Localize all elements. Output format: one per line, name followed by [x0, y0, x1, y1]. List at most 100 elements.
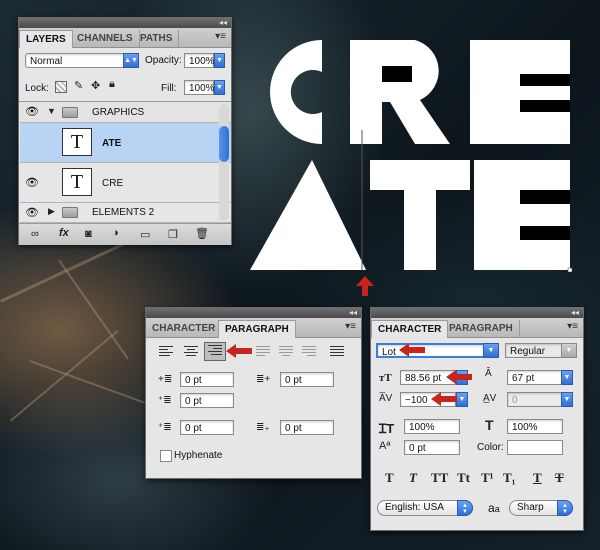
visibility-eye-icon[interactable]: 👁︎	[23, 176, 41, 189]
layers-scrollbar[interactable]	[219, 104, 229, 221]
faux-bold-button[interactable]: T	[385, 470, 394, 486]
opacity-label: Opacity:	[145, 55, 182, 66]
indent-first-line-icon: ⁺≣	[158, 395, 172, 406]
indent-first-line-input[interactable]: 0 pt	[180, 393, 234, 408]
all-caps-button[interactable]: TT	[431, 470, 448, 486]
font-family-input[interactable]: Lot	[376, 343, 486, 358]
new-layer-icon[interactable]: ❐	[168, 228, 178, 241]
indent-left-input[interactable]: 0 pt	[180, 372, 234, 387]
paragraph-panel-tabs: CHARACTER PARAGRAPH ▾≡	[146, 318, 361, 338]
hyphenate-checkbox[interactable]	[160, 450, 172, 462]
superscript-button[interactable]: T¹	[481, 470, 494, 486]
font-style-value: Regular	[510, 346, 546, 357]
folder-icon	[62, 107, 78, 118]
layer-row[interactable]: 👁︎ ▶ ELEMENTS 2	[20, 203, 231, 223]
chevron-down-icon[interactable]: ▲▼	[123, 53, 139, 68]
leading-value: 67 pt	[512, 373, 535, 384]
baseline-shift-value: 0 pt	[409, 443, 426, 454]
tab-paragraph[interactable]: PARAGRAPH	[443, 320, 520, 337]
collapse-triangle-icon[interactable]: ▶	[48, 206, 55, 217]
up-arrow-icon	[356, 276, 374, 299]
visibility-eye-icon[interactable]: 👁︎	[23, 206, 41, 219]
tab-layers[interactable]: LAYERS	[19, 30, 73, 48]
indent-right-input[interactable]: 0 pt	[280, 372, 334, 387]
leading-input[interactable]: 67 pt	[507, 370, 563, 385]
opacity-input[interactable]: 100%	[184, 53, 215, 68]
panel-menu-icon[interactable]: ▾≡	[345, 321, 356, 332]
fx-icon[interactable]: fx	[59, 227, 69, 239]
kerning-input[interactable]: 0	[507, 392, 563, 407]
layers-list: 👁︎ ▼ GRAPHICS T ATE 👁︎ T CRE 👁︎ ▶ ELEMEN…	[19, 101, 231, 223]
lock-position-icon[interactable]: ✥	[91, 79, 100, 92]
lock-transparent-icon[interactable]	[55, 81, 67, 93]
left-arrow-icon	[226, 344, 252, 361]
create-artwork	[250, 40, 573, 273]
left-arrow-icon	[446, 370, 472, 387]
new-group-icon[interactable]: ▭	[140, 228, 150, 241]
mask-icon[interactable]: ◙	[85, 228, 92, 240]
paragraph-panel-titlebar[interactable]: ◂◂	[146, 308, 361, 318]
opacity-dropdown-icon[interactable]: ▼	[214, 53, 225, 68]
text-layer-thumbnail-icon: T	[62, 128, 92, 156]
tab-character[interactable]: CHARACTER	[146, 320, 223, 337]
indent-first-value: 0 pt	[185, 396, 202, 407]
language-select[interactable]: English: USA ▲ ▼	[377, 500, 473, 516]
justify-last-center-button[interactable]	[276, 344, 296, 360]
blend-mode-select[interactable]: Normal	[25, 53, 139, 68]
color-swatch[interactable]	[507, 440, 563, 455]
adjustment-icon[interactable]: ◑	[112, 227, 119, 239]
visibility-eye-icon[interactable]: 👁︎	[23, 105, 41, 118]
justify-all-button[interactable]	[327, 344, 347, 360]
tab-channels[interactable]: CHANNELS	[71, 30, 140, 47]
lock-image-icon[interactable]: ✎	[74, 79, 83, 92]
scrollbar-thumb[interactable]	[219, 126, 229, 162]
lock-all-icon[interactable]: 🔒︎	[109, 78, 115, 91]
layer-row-selected[interactable]: T ATE	[20, 123, 231, 163]
font-size-value: 88.56 pt	[405, 373, 442, 384]
trash-icon[interactable]: 🗑︎	[195, 227, 209, 240]
space-before-value: 0 pt	[185, 423, 202, 434]
indent-right-icon: ≣+	[256, 374, 271, 385]
font-family-dropdown-icon[interactable]: ▼	[483, 343, 499, 358]
vertical-scale-icon: ꞮT	[379, 421, 395, 436]
space-before-input[interactable]: 0 pt	[180, 420, 234, 435]
layer-row[interactable]: 👁︎ T CRE	[20, 163, 231, 203]
space-before-icon: ⁺≣	[158, 422, 172, 433]
horizontal-scale-input[interactable]: 100%	[507, 419, 563, 434]
lock-label: Lock:	[25, 83, 49, 94]
panel-menu-icon[interactable]: ▾≡	[215, 31, 226, 42]
space-after-value: 0 pt	[285, 423, 302, 434]
leading-dropdown-icon[interactable]: ▼	[561, 370, 573, 385]
vertical-scale-input[interactable]: 100%	[404, 419, 460, 434]
font-style-dropdown-icon[interactable]: ▼	[561, 343, 577, 358]
kerning-icon: A̅V	[379, 393, 393, 404]
tracking-dropdown-icon[interactable]: ▼	[456, 392, 468, 407]
small-caps-button[interactable]: Tt	[457, 470, 470, 486]
space-after-input[interactable]: 0 pt	[280, 420, 334, 435]
character-panel-titlebar[interactable]: ◂◂	[371, 308, 583, 318]
align-right-button[interactable]	[204, 342, 226, 361]
layer-row[interactable]: 👁︎ ▼ GRAPHICS	[20, 102, 231, 123]
strikethrough-button[interactable]: T	[555, 470, 564, 486]
antialias-select[interactable]: Sharp ▲ ▼	[509, 500, 573, 516]
tab-character[interactable]: CHARACTER	[371, 320, 449, 338]
justify-last-right-button[interactable]	[299, 344, 319, 360]
kerning-dropdown-icon[interactable]: ▼	[561, 392, 573, 407]
letter-r	[350, 40, 450, 144]
fill-input[interactable]: 100%	[184, 80, 215, 95]
faux-italic-button[interactable]: T	[409, 470, 417, 486]
align-left-button[interactable]	[156, 344, 176, 360]
expand-triangle-icon[interactable]: ▼	[47, 106, 56, 116]
justify-last-left-button[interactable]	[253, 344, 273, 360]
baseline-shift-input[interactable]: 0 pt	[404, 440, 460, 455]
underline-button[interactable]: T	[533, 470, 542, 486]
tab-paragraph[interactable]: PARAGRAPH	[218, 320, 296, 338]
subscript-button[interactable]: T₁	[503, 470, 516, 486]
link-icon[interactable]: ∞	[31, 228, 39, 240]
layers-panel-titlebar[interactable]: ◂◂	[19, 18, 231, 28]
tab-paths[interactable]: PATHS	[134, 30, 180, 47]
align-center-button[interactable]	[181, 344, 201, 360]
fill-dropdown-icon[interactable]: ▼	[214, 80, 225, 95]
chevron-updown-icon: ▲ ▼	[457, 500, 473, 516]
panel-menu-icon[interactable]: ▾≡	[567, 321, 578, 332]
